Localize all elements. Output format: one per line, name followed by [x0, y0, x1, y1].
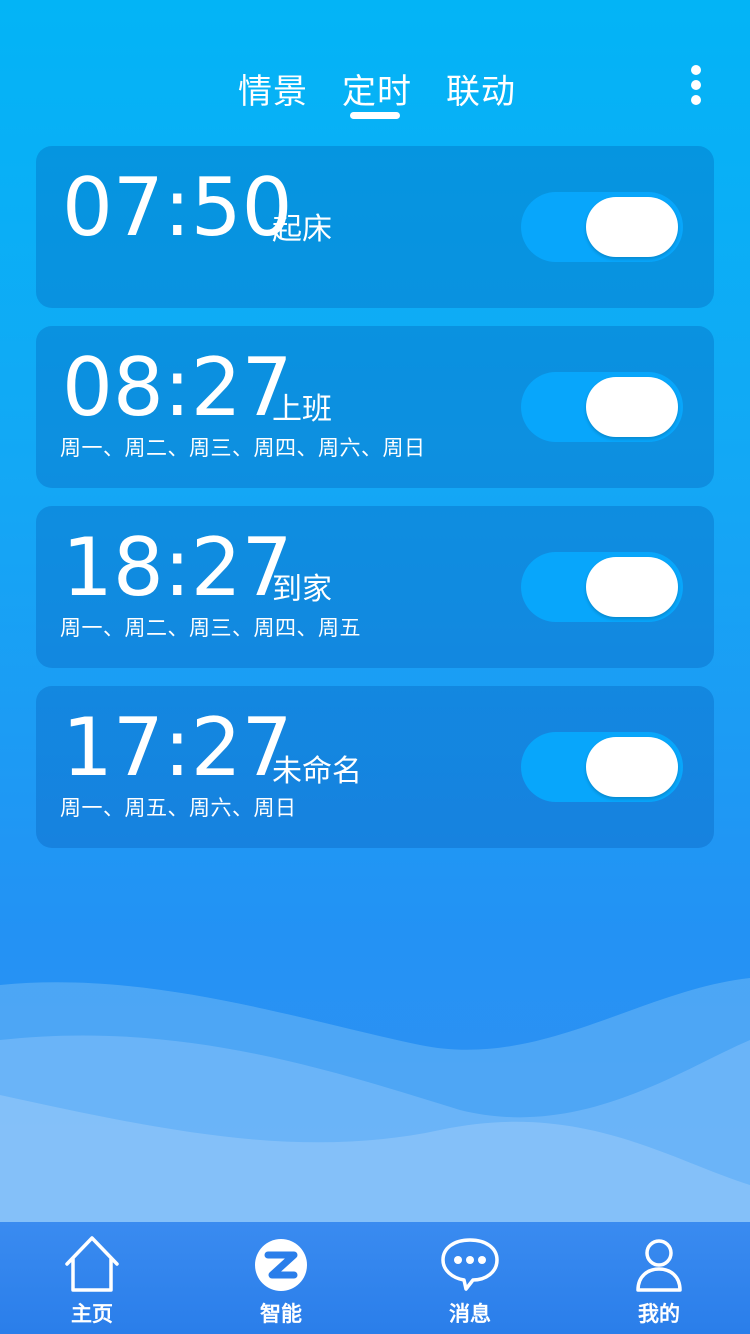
nav-profile-label: 我的	[638, 1302, 680, 1326]
toggle-knob	[586, 197, 678, 257]
toggle-knob	[586, 557, 678, 617]
nav-messages[interactable]: 消息	[400, 1222, 540, 1334]
nav-messages-label: 消息	[449, 1302, 491, 1326]
timer-time: 08:27	[62, 341, 293, 434]
nav-home[interactable]: 主页	[22, 1222, 162, 1334]
timer-repeat-days: 周一、周二、周三、周四、周六、周日	[60, 436, 426, 460]
timer-name: 到家	[272, 572, 332, 607]
timer-repeat-days: 周一、周二、周三、周四、周五	[60, 616, 361, 640]
timer-name: 上班	[272, 392, 332, 427]
timer-name: 未命名	[272, 754, 362, 789]
timer-toggle[interactable]	[521, 552, 683, 622]
timer-toggle[interactable]	[521, 372, 683, 442]
timer-repeat-days: 周一、周五、周六、周日	[60, 796, 297, 820]
message-icon	[441, 1238, 499, 1291]
nav-smart-label: 智能	[260, 1302, 302, 1326]
timer-card[interactable]: 18:27 到家 周一、周二、周三、周四、周五	[36, 506, 714, 668]
active-tab-indicator	[350, 112, 400, 119]
timer-time: 18:27	[62, 521, 293, 614]
home-icon	[65, 1236, 119, 1292]
user-icon	[636, 1239, 682, 1292]
timer-time: 17:27	[62, 701, 293, 794]
timer-name: 起床	[272, 212, 332, 247]
tab-linkage[interactable]: 联动	[446, 64, 516, 113]
toggle-knob	[586, 737, 678, 797]
smart-z-icon	[255, 1239, 307, 1291]
bottom-navigation: 主页 智能 消息 我的	[0, 1222, 750, 1334]
timer-card[interactable]: 07:50 起床	[36, 146, 714, 308]
nav-smart[interactable]: 智能	[211, 1222, 351, 1334]
timer-card[interactable]: 08:27 上班 周一、周二、周三、周四、周六、周日	[36, 326, 714, 488]
timer-card[interactable]: 17:27 未命名 周一、周五、周六、周日	[36, 686, 714, 848]
timer-toggle[interactable]	[521, 732, 683, 802]
more-options-icon[interactable]	[686, 62, 706, 108]
timer-toggle[interactable]	[521, 192, 683, 262]
nav-profile[interactable]: 我的	[589, 1222, 729, 1334]
top-tab-bar: 情景 定时 联动	[0, 60, 750, 130]
timer-time: 07:50	[62, 161, 293, 254]
tab-scene[interactable]: 情景	[238, 64, 308, 113]
decorative-waves	[0, 978, 750, 1222]
nav-home-label: 主页	[71, 1302, 113, 1326]
tab-timer[interactable]: 定时	[342, 64, 412, 113]
toggle-knob	[586, 377, 678, 437]
